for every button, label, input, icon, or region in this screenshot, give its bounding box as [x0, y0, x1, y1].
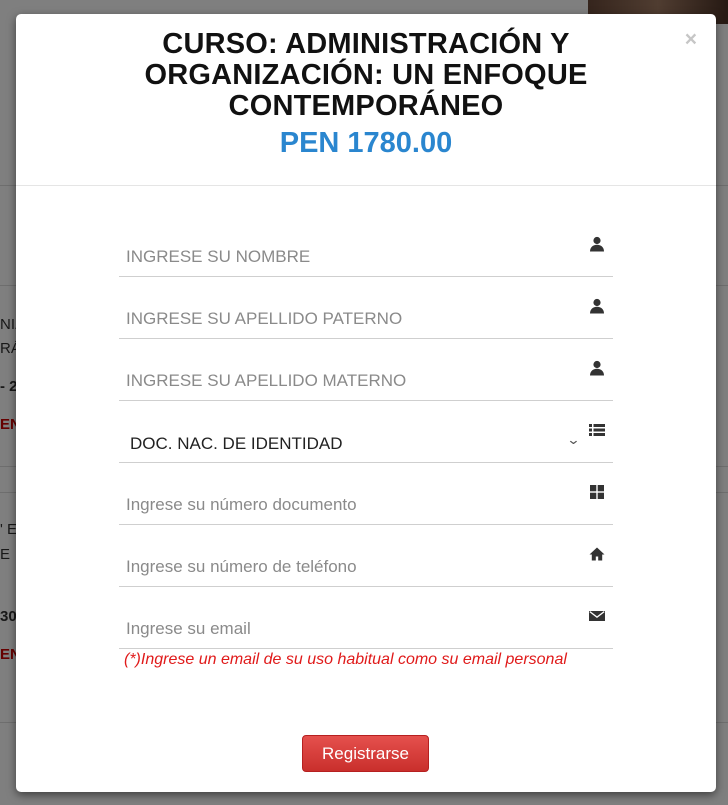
user-icon — [589, 360, 605, 376]
home-icon — [589, 546, 605, 562]
phone-field-group — [119, 533, 613, 587]
apellido-materno-input[interactable] — [119, 347, 613, 401]
doc-type-select[interactable]: DOC. NAC. DE IDENTIDAD — [119, 409, 613, 463]
registration-modal: CURSO: ADMINISTRACIÓN Y ORGANIZACIÓN: UN… — [16, 14, 716, 792]
email-field-group — [119, 595, 613, 649]
user-icon — [589, 298, 605, 314]
doc-type-field-group: DOC. NAC. DE IDENTIDAD ⌄ — [119, 409, 613, 463]
course-price: PEN 1780.00 — [279, 127, 453, 159]
nombre-input[interactable] — [119, 223, 613, 277]
list-icon — [589, 422, 605, 438]
apellido-paterno-input[interactable] — [119, 285, 613, 339]
doc-number-field-group — [119, 471, 613, 525]
course-title: CURSO: ADMINISTRACIÓN Y ORGANIZACIÓN: UN… — [144, 28, 588, 122]
phone-input[interactable] — [119, 533, 613, 587]
register-button[interactable]: Registrarse — [302, 735, 429, 772]
apellido-paterno-field-group — [119, 285, 613, 339]
doc-number-input[interactable] — [119, 471, 613, 525]
grid-icon — [589, 484, 605, 500]
envelope-icon — [589, 608, 605, 624]
modal-header: CURSO: ADMINISTRACIÓN Y ORGANIZACIÓN: UN… — [16, 14, 716, 186]
registration-form: DOC. NAC. DE IDENTIDAD ⌄ — [119, 223, 613, 657]
email-hint: (*)Ingrese un email de su uso habitual c… — [124, 651, 567, 668]
user-icon — [589, 236, 605, 252]
apellido-materno-field-group — [119, 347, 613, 401]
nombre-field-group — [119, 223, 613, 277]
close-button[interactable]: × — [685, 29, 697, 50]
email-input[interactable] — [119, 595, 613, 649]
